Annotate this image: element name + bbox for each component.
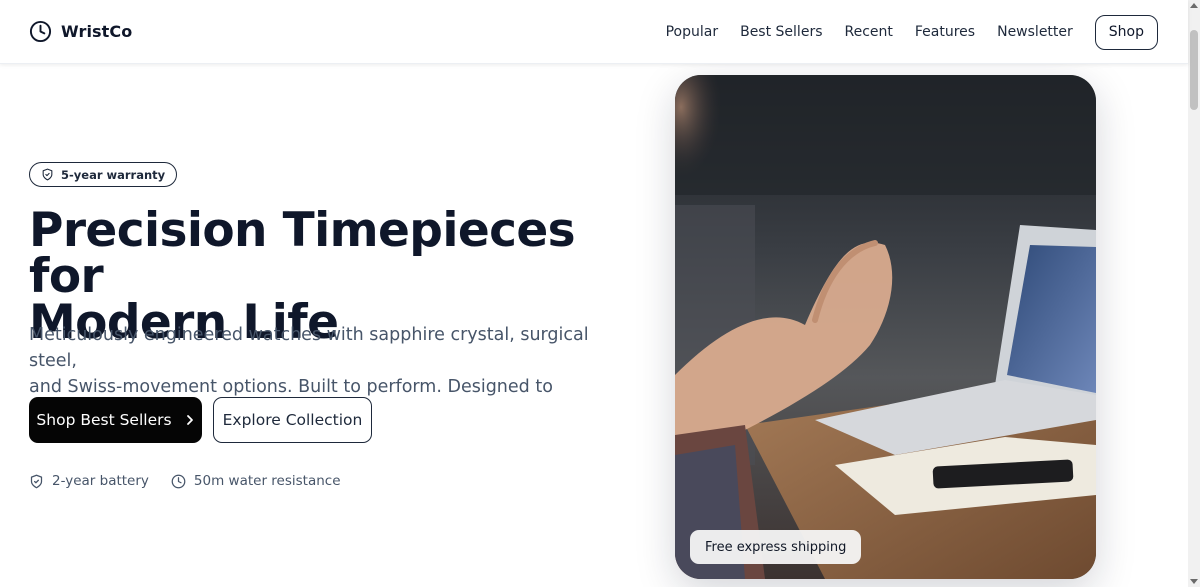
page-scrollbar[interactable] bbox=[1188, 0, 1200, 587]
chevron-right-icon bbox=[186, 415, 193, 425]
shop-button[interactable]: Shop bbox=[1094, 14, 1158, 50]
feature-list: 2-year battery 50m water resistance bbox=[29, 473, 341, 489]
clock-icon bbox=[29, 20, 52, 43]
brand-name: WristCo bbox=[61, 22, 133, 41]
nav-link-best-sellers[interactable]: Best Sellers bbox=[740, 14, 822, 50]
feature-water-resistance: 50m water resistance bbox=[171, 473, 341, 489]
hero-image-card: Free express shipping bbox=[675, 75, 1096, 579]
shield-check-icon bbox=[30, 474, 43, 488]
explore-collection-button[interactable]: Explore Collection bbox=[213, 397, 372, 443]
feature-battery-label: 2-year battery bbox=[52, 473, 149, 489]
feature-water-resistance-label: 50m water resistance bbox=[193, 473, 341, 489]
hero-subtext-line1: Meticulously engineered watches with sap… bbox=[29, 325, 589, 371]
hero-cta-row: Shop Best Sellers Explore Collection bbox=[29, 397, 372, 443]
clock-icon bbox=[171, 474, 186, 488]
hero-headline-line1: Precision Timepieces for bbox=[29, 203, 576, 304]
shield-check-icon bbox=[42, 168, 53, 181]
nav-link-recent[interactable]: Recent bbox=[845, 14, 893, 50]
nav-link-popular[interactable]: Popular bbox=[666, 14, 719, 50]
nav-link-newsletter[interactable]: Newsletter bbox=[997, 14, 1073, 50]
warranty-badge-label: 5-year warranty bbox=[61, 167, 166, 182]
feature-battery: 2-year battery bbox=[29, 473, 149, 489]
scrollbar-thumb[interactable] bbox=[1190, 30, 1198, 110]
site-header: WristCo Popular Best Sellers Recent Feat… bbox=[0, 0, 1188, 64]
hero-photo bbox=[675, 75, 1096, 579]
warranty-badge: 5-year warranty bbox=[29, 162, 178, 187]
scroll-down-arrow-icon[interactable] bbox=[1190, 579, 1198, 584]
brand-logo[interactable]: WristCo bbox=[29, 20, 132, 43]
scroll-up-arrow-icon[interactable] bbox=[1190, 3, 1198, 8]
shop-best-sellers-label: Shop Best Sellers bbox=[36, 411, 172, 429]
shop-best-sellers-button[interactable]: Shop Best Sellers bbox=[29, 397, 202, 443]
nav-link-features[interactable]: Features bbox=[915, 14, 975, 50]
main-nav: Popular Best Sellers Recent Features New… bbox=[666, 14, 1158, 50]
free-shipping-badge: Free express shipping bbox=[690, 530, 862, 564]
